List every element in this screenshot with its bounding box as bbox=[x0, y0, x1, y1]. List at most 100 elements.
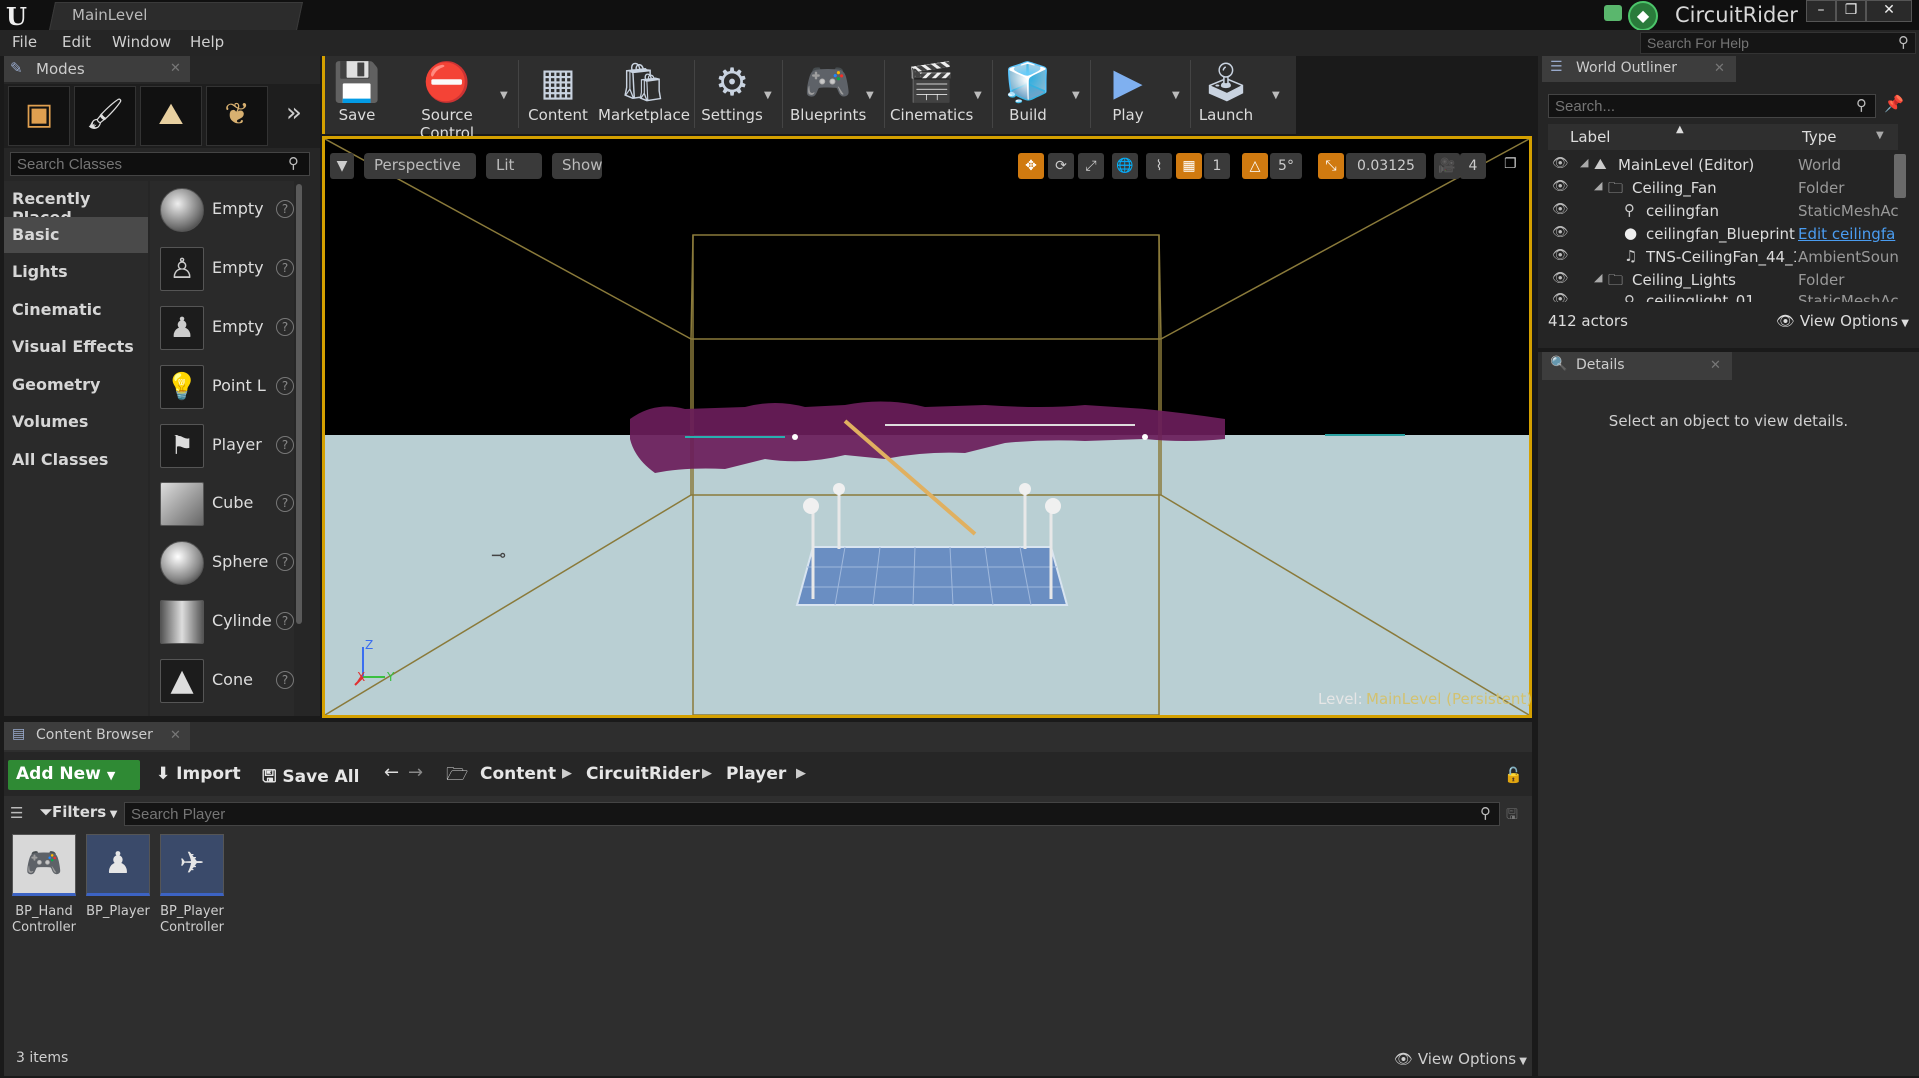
chevron-down-icon[interactable]: ▼ bbox=[1272, 90, 1280, 101]
search-icon[interactable]: ⚲ bbox=[1898, 33, 1909, 51]
help-icon[interactable]: ? bbox=[276, 200, 294, 218]
class-item-cylinder[interactable]: Cylinde ? bbox=[156, 598, 296, 654]
modes-tab[interactable]: ✎ Modes ✕ bbox=[4, 56, 190, 82]
camera-speed-icon[interactable]: 🎥 bbox=[1434, 153, 1460, 179]
help-icon[interactable]: ? bbox=[276, 436, 294, 454]
show-flags-button[interactable]: Show bbox=[552, 153, 602, 179]
surface-snap-icon[interactable]: ⌇ bbox=[1146, 153, 1172, 179]
asset-bp-player[interactable]: ♟ BP_Player bbox=[86, 834, 150, 920]
back-arrow-icon[interactable]: ← bbox=[384, 762, 399, 783]
help-icon[interactable]: ? bbox=[276, 612, 294, 630]
eye-icon[interactable]: 👁 bbox=[1552, 156, 1569, 171]
category-geometry[interactable]: Geometry bbox=[4, 367, 148, 403]
help-icon[interactable]: ? bbox=[276, 494, 294, 512]
type-column-header[interactable]: Type bbox=[1802, 128, 1836, 146]
breadcrumb-circuitrider[interactable]: CircuitRider bbox=[586, 764, 700, 784]
label-column-header[interactable]: Label bbox=[1570, 128, 1610, 146]
category-lights[interactable]: Lights bbox=[4, 254, 148, 290]
class-list-scrollbar[interactable] bbox=[296, 184, 302, 624]
camera-speed-value[interactable]: 4 bbox=[1460, 153, 1486, 179]
actor-marker[interactable] bbox=[1142, 434, 1148, 440]
viewport-scene[interactable]: ⊸ Z X Y bbox=[325, 139, 1529, 715]
perspective-view-button[interactable]: Perspective bbox=[364, 153, 476, 179]
forward-arrow-icon[interactable]: → bbox=[408, 762, 423, 783]
details-tab[interactable]: 🔍 Details ✕ bbox=[1542, 352, 1732, 380]
rotation-snap-value[interactable]: 5° bbox=[1270, 153, 1302, 179]
close-window-button[interactable]: ✕ bbox=[1866, 0, 1912, 22]
close-tab-icon[interactable]: ✕ bbox=[1710, 358, 1721, 373]
outliner-view-options-button[interactable]: 👁 View Options ▼ bbox=[1776, 312, 1909, 330]
content-button[interactable]: ▦ Content bbox=[526, 58, 590, 132]
category-all-classes[interactable]: All Classes bbox=[4, 442, 148, 478]
outliner-row[interactable]: 👁 ◢ ⛰ MainLevel (Editor) World bbox=[1548, 154, 1898, 177]
outliner-search-input[interactable] bbox=[1548, 94, 1876, 118]
close-tab-icon[interactable]: ✕ bbox=[1714, 61, 1725, 76]
help-search-input[interactable] bbox=[1640, 32, 1916, 54]
close-tab-icon[interactable]: ✕ bbox=[170, 61, 181, 76]
outliner-row[interactable]: 👁 ◢ 🗀 Ceiling_Lights Folder bbox=[1548, 269, 1898, 292]
maximize-viewport-icon[interactable]: ❐ bbox=[1504, 156, 1517, 172]
chevron-down-icon[interactable]: ▼ bbox=[1876, 130, 1884, 141]
eye-icon[interactable]: 👁 bbox=[1552, 202, 1569, 217]
viewport-options-chevron-icon[interactable]: ▼ bbox=[330, 153, 354, 179]
outliner-row[interactable]: 👁 ♫ TNS-CeilingFan_44_1€ AmbientSoun bbox=[1548, 246, 1899, 269]
asset-bp-player-controller[interactable]: ✈ BP_Player Controller bbox=[160, 834, 224, 936]
lit-view-mode-button[interactable]: Lit bbox=[486, 153, 542, 179]
landscape-mode-icon[interactable]: ⛰ bbox=[140, 86, 202, 146]
search-classes-input[interactable] bbox=[10, 152, 310, 176]
chevron-down-icon[interactable]: ▼ bbox=[1172, 90, 1180, 101]
folder-icon[interactable]: 🗁 bbox=[446, 762, 468, 792]
unreal-logo-icon[interactable]: U bbox=[6, 2, 42, 31]
build-button[interactable]: 🧊 Build bbox=[1002, 58, 1054, 132]
outliner-row[interactable]: 👁 ◢ 🗀 Ceiling_Fan Folder bbox=[1548, 177, 1898, 200]
save-all-button[interactable]: 🖫 Save All bbox=[262, 764, 359, 793]
category-recently-placed[interactable]: Recently Placed bbox=[4, 181, 148, 227]
place-mode-icon[interactable]: ▣ bbox=[8, 86, 70, 146]
class-item-point-light[interactable]: 💡 Point L ? bbox=[156, 363, 296, 419]
category-cinematic[interactable]: Cinematic bbox=[4, 292, 148, 328]
chevron-down-icon[interactable]: ▼ bbox=[866, 90, 874, 101]
add-folder-icon[interactable]: 📌 bbox=[1884, 94, 1904, 113]
foliage-mode-icon[interactable]: ❦ bbox=[206, 86, 268, 146]
save-search-icon[interactable]: 🖫 bbox=[1506, 804, 1518, 828]
breadcrumb-arrow-icon[interactable]: ▶ bbox=[562, 766, 572, 781]
collapse-arrow-icon[interactable]: ◢ bbox=[1580, 156, 1588, 169]
scale-snap-value[interactable]: 0.03125 bbox=[1346, 153, 1426, 179]
menu-window[interactable]: Window bbox=[112, 33, 171, 51]
menu-help[interactable]: Help bbox=[190, 33, 224, 51]
scale-snap-icon[interactable]: ⤡ bbox=[1318, 153, 1344, 179]
edit-blueprint-link[interactable]: Edit ceilingfa bbox=[1798, 225, 1895, 243]
asset-bp-hand-controller[interactable]: 🎮 BP_Hand Controller bbox=[12, 834, 76, 936]
menu-file[interactable]: File bbox=[12, 33, 37, 51]
breadcrumb-content[interactable]: Content bbox=[480, 764, 556, 784]
outliner-row[interactable]: 👁 ⚲ ceilinglight_01 StaticMeshAc bbox=[1548, 292, 1898, 302]
blueprints-button[interactable]: 🎮 Blueprints bbox=[790, 58, 866, 132]
breadcrumb-player[interactable]: Player bbox=[726, 764, 786, 784]
play-button[interactable]: ▶ Play bbox=[1100, 58, 1156, 132]
outliner-row[interactable]: 👁 ● ceilingfan_Blueprint Edit ceilingfa bbox=[1548, 223, 1898, 246]
actor-marker[interactable] bbox=[792, 434, 798, 440]
scale-tool-icon[interactable]: ⤢ bbox=[1078, 153, 1104, 179]
content-browser-tab[interactable]: ▤ Content Browser ✕ bbox=[4, 722, 190, 750]
chevron-down-icon[interactable]: ▼ bbox=[500, 90, 508, 101]
class-item-empty-character[interactable]: ♙ Empty ? bbox=[156, 245, 296, 301]
outliner-scrollbar[interactable] bbox=[1894, 154, 1906, 198]
save-button[interactable]: 💾 Save bbox=[332, 58, 382, 132]
category-visual-effects[interactable]: Visual Effects bbox=[4, 329, 148, 365]
grid-snap-value[interactable]: 1 bbox=[1204, 153, 1230, 179]
rotate-tool-icon[interactable]: ⟳ bbox=[1048, 153, 1074, 179]
chevron-down-icon[interactable]: ▼ bbox=[1072, 90, 1080, 101]
chevron-down-icon[interactable]: ▼ bbox=[974, 90, 982, 101]
world-outliner-tab[interactable]: ☰ World Outliner ✕ bbox=[1542, 56, 1736, 82]
class-item-player-start[interactable]: ⚑ Player ? bbox=[156, 422, 296, 478]
launch-button[interactable]: 🕹 Launch bbox=[1196, 58, 1256, 132]
cinematics-button[interactable]: 🎬 Cinematics bbox=[890, 58, 973, 132]
sources-panel-toggle-icon[interactable]: ☰ bbox=[10, 804, 23, 822]
content-search-input[interactable] bbox=[124, 802, 1500, 826]
outliner-row[interactable]: 👁 ⚲ ceilingfan StaticMeshAc bbox=[1548, 200, 1899, 223]
class-item-cube[interactable]: Cube ? bbox=[156, 480, 296, 536]
category-volumes[interactable]: Volumes bbox=[4, 404, 148, 440]
settings-button[interactable]: ⚙ Settings bbox=[700, 58, 764, 132]
help-icon[interactable]: ? bbox=[276, 259, 294, 277]
chevron-down-icon[interactable]: ▼ bbox=[764, 90, 772, 101]
